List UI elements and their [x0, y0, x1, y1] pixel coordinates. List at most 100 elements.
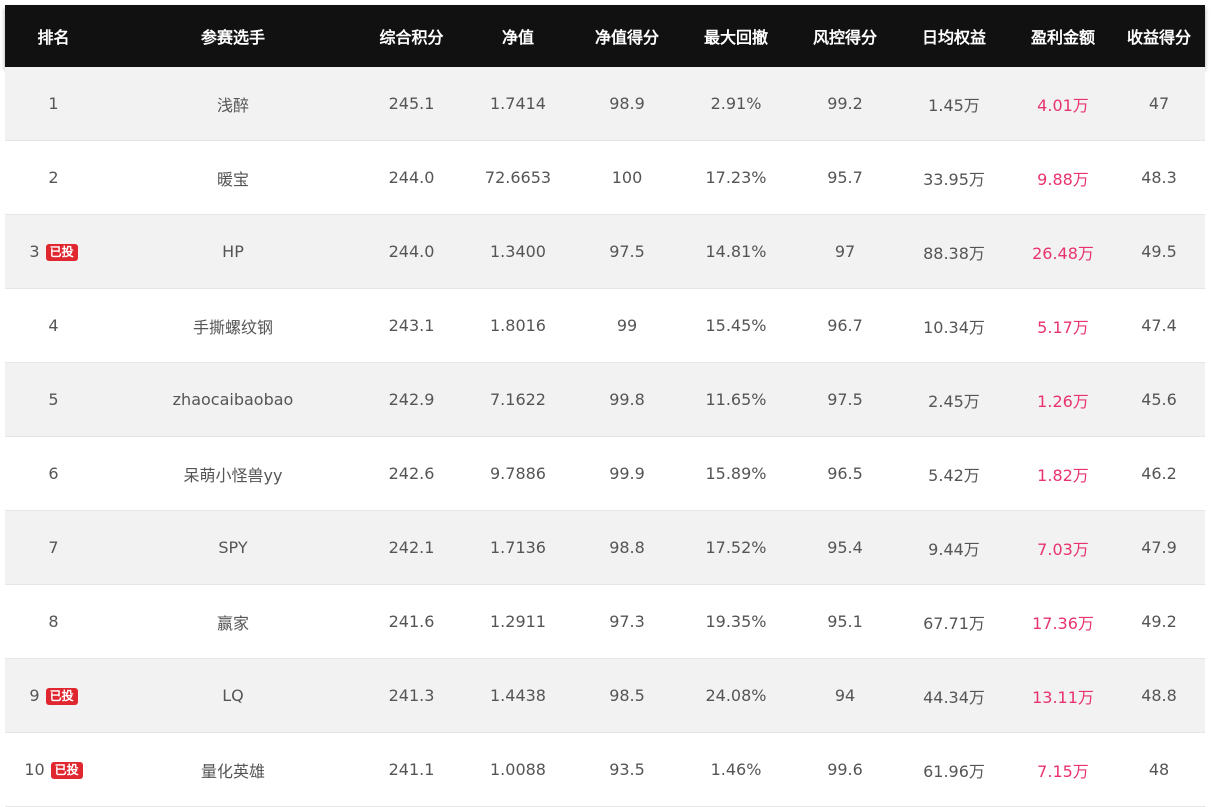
- rank-number: 6: [48, 464, 59, 483]
- rank-number: 2: [48, 168, 59, 187]
- cell-profit: 7.15万: [1013, 732, 1113, 807]
- cell-player: SPY: [102, 510, 364, 585]
- cell-avg-equity: 1.45万: [895, 67, 1013, 141]
- ranking-page: 排名 参赛选手 综合积分 净值 净值得分 最大回撤 风控得分 日均权益 盈利金额…: [0, 0, 1212, 807]
- cell-score: 241.1: [364, 732, 459, 807]
- table-row: 3 已投 HP 244.0 1.3400 97.5 14.81% 97 88.38万 26.48万…: [5, 214, 1205, 289]
- cell-avg-equity: 33.95万: [895, 140, 1013, 215]
- cell-risk-score: 99.6: [795, 732, 895, 807]
- cell-player: 呆萌小怪兽yy: [102, 436, 364, 511]
- invested-badge: 已投: [45, 688, 78, 705]
- cell-nav-score: 97.5: [577, 214, 677, 289]
- table-row: 10 已投 量化英雄 241.1 1.0088 93.5 1.46% 99.6 61.96万 7.…: [5, 732, 1205, 807]
- cell-nav: 1.7414: [459, 67, 577, 141]
- cell-return-score: 49.5: [1113, 214, 1205, 289]
- table-row: 9 已投 LQ 241.3 1.4438 98.5 24.08% 94 44.34万 13.11万…: [5, 658, 1205, 733]
- invested-badge: 已投: [50, 762, 83, 779]
- header-avg-equity[interactable]: 日均权益: [895, 5, 1013, 67]
- cell-max-drawdown: 14.81%: [677, 214, 795, 289]
- cell-score: 241.6: [364, 584, 459, 659]
- cell-score: 244.0: [364, 140, 459, 215]
- cell-avg-equity: 5.42万: [895, 436, 1013, 511]
- cell-risk-score: 99.2: [795, 67, 895, 141]
- cell-nav-score: 97.3: [577, 584, 677, 659]
- cell-return-score: 47.9: [1113, 510, 1205, 585]
- cell-player: HP: [102, 214, 364, 289]
- cell-risk-score: 96.5: [795, 436, 895, 511]
- cell-score: 244.0: [364, 214, 459, 289]
- cell-score: 242.9: [364, 362, 459, 437]
- ranking-table: 排名 参赛选手 综合积分 净值 净值得分 最大回撤 风控得分 日均权益 盈利金额…: [5, 5, 1205, 807]
- cell-risk-score: 97.5: [795, 362, 895, 437]
- cell-profit: 1.82万: [1013, 436, 1113, 511]
- cell-rank: 5: [5, 362, 102, 437]
- cell-profit: 7.03万: [1013, 510, 1113, 585]
- cell-risk-score: 94: [795, 658, 895, 733]
- rank-number: 5: [48, 390, 59, 409]
- cell-max-drawdown: 11.65%: [677, 362, 795, 437]
- cell-max-drawdown: 17.52%: [677, 510, 795, 585]
- cell-player: 手撕螺纹钢: [102, 288, 364, 363]
- cell-player: 量化英雄: [102, 732, 364, 807]
- cell-max-drawdown: 2.91%: [677, 67, 795, 141]
- cell-rank: 9 已投: [5, 658, 102, 733]
- cell-return-score: 48.3: [1113, 140, 1205, 215]
- cell-rank: 4: [5, 288, 102, 363]
- cell-score: 245.1: [364, 67, 459, 141]
- header-risk-score[interactable]: 风控得分: [795, 5, 895, 67]
- table-row: 4 手撕螺纹钢 243.1 1.8016 99 15.45% 96.7 10.34万 5.17万…: [5, 288, 1205, 363]
- cell-player: 暖宝: [102, 140, 364, 215]
- cell-max-drawdown: 1.46%: [677, 732, 795, 807]
- cell-score: 243.1: [364, 288, 459, 363]
- cell-profit: 4.01万: [1013, 67, 1113, 141]
- cell-max-drawdown: 17.23%: [677, 140, 795, 215]
- cell-return-score: 46.2: [1113, 436, 1205, 511]
- header-profit[interactable]: 盈利金额: [1013, 5, 1113, 67]
- cell-return-score: 47: [1113, 67, 1205, 141]
- cell-avg-equity: 61.96万: [895, 732, 1013, 807]
- cell-return-score: 47.4: [1113, 288, 1205, 363]
- cell-nav: 1.3400: [459, 214, 577, 289]
- cell-avg-equity: 88.38万: [895, 214, 1013, 289]
- cell-score: 242.6: [364, 436, 459, 511]
- cell-score: 242.1: [364, 510, 459, 585]
- cell-avg-equity: 9.44万: [895, 510, 1013, 585]
- cell-nav: 7.1622: [459, 362, 577, 437]
- cell-max-drawdown: 19.35%: [677, 584, 795, 659]
- cell-score: 241.3: [364, 658, 459, 733]
- table-header: 排名 参赛选手 综合积分 净值 净值得分 最大回撤 风控得分 日均权益 盈利金额…: [5, 5, 1205, 67]
- rank-number: 8: [48, 612, 59, 631]
- invested-badge: 已投: [45, 244, 78, 261]
- cell-avg-equity: 10.34万: [895, 288, 1013, 363]
- cell-risk-score: 95.1: [795, 584, 895, 659]
- cell-return-score: 48: [1113, 732, 1205, 807]
- cell-nav: 1.0088: [459, 732, 577, 807]
- table-row: 5 zhaocaibaobao 242.9 7.1622 99.8 11.65% 97.5 2…: [5, 362, 1205, 437]
- cell-profit: 26.48万: [1013, 214, 1113, 289]
- cell-profit: 5.17万: [1013, 288, 1113, 363]
- header-player[interactable]: 参赛选手: [102, 5, 364, 67]
- header-max-drawdown[interactable]: 最大回撤: [677, 5, 795, 67]
- cell-nav-score: 93.5: [577, 732, 677, 807]
- cell-rank: 6: [5, 436, 102, 511]
- header-rank[interactable]: 排名: [5, 5, 102, 67]
- cell-player: LQ: [102, 658, 364, 733]
- cell-nav-score: 98.5: [577, 658, 677, 733]
- header-score[interactable]: 综合积分: [364, 5, 459, 67]
- header-nav-score[interactable]: 净值得分: [577, 5, 677, 67]
- cell-nav: 1.7136: [459, 510, 577, 585]
- header-return-score[interactable]: 收益得分: [1113, 5, 1205, 67]
- cell-risk-score: 97: [795, 214, 895, 289]
- cell-rank: 8: [5, 584, 102, 659]
- cell-nav: 72.6653: [459, 140, 577, 215]
- cell-profit: 13.11万: [1013, 658, 1113, 733]
- cell-rank: 7: [5, 510, 102, 585]
- cell-nav: 9.7886: [459, 436, 577, 511]
- cell-nav-score: 99.9: [577, 436, 677, 511]
- cell-return-score: 48.8: [1113, 658, 1205, 733]
- cell-nav: 1.8016: [459, 288, 577, 363]
- cell-risk-score: 96.7: [795, 288, 895, 363]
- table-row: 8 赢家 241.6 1.2911 97.3 19.35% 95.1 67.71万 17.36万…: [5, 584, 1205, 659]
- header-row: 排名 参赛选手 综合积分 净值 净值得分 最大回撤 风控得分 日均权益 盈利金额…: [5, 5, 1205, 67]
- header-nav[interactable]: 净值: [459, 5, 577, 67]
